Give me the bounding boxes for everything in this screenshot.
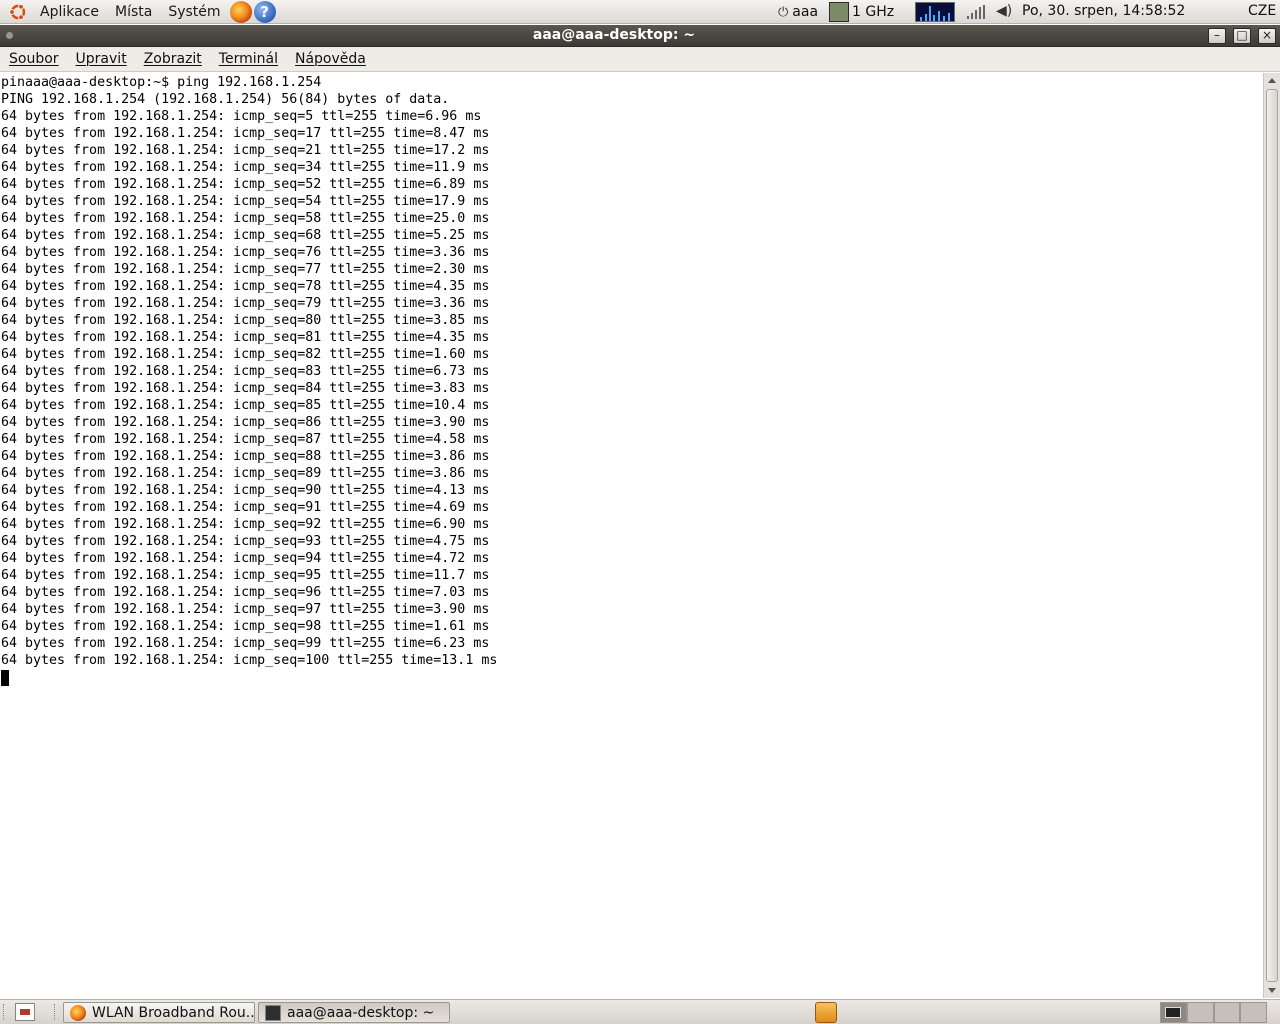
bottom-panel: WLAN Broadband Rou... aaa@aaa-desktop: ~ (0, 999, 1280, 1024)
show-desktop-icon[interactable] (15, 1003, 35, 1021)
terminal-output-line: 64 bytes from 192.168.1.254: icmp_seq=95… (1, 568, 490, 583)
menu-applications[interactable]: Aplikace (32, 4, 107, 20)
workspace-4[interactable] (1240, 1002, 1267, 1023)
cpu-frequency-icon (829, 2, 849, 22)
ubuntu-logo-icon[interactable] (8, 2, 28, 22)
menu-terminal[interactable]: Terminál (210, 51, 286, 67)
network-signal-icon[interactable] (967, 5, 985, 19)
terminal-output-line: 64 bytes from 192.168.1.254: icmp_seq=34… (1, 160, 490, 175)
panel-handle[interactable] (54, 1004, 58, 1020)
taskbar-item-terminal[interactable]: aaa@aaa-desktop: ~ (258, 1002, 450, 1023)
menubar: Soubor Upravit Zobrazit Terminál Nápověd… (0, 47, 1280, 72)
minimize-button[interactable]: – (1208, 28, 1226, 44)
cpu-frequency-monitor[interactable]: 1 GHz (829, 0, 894, 24)
terminal-output-line: 64 bytes from 192.168.1.254: icmp_seq=76… (1, 245, 490, 260)
terminal-output-line: 64 bytes from 192.168.1.254: icmp_seq=52… (1, 177, 490, 192)
terminal-output-line: 64 bytes from 192.168.1.254: icmp_seq=10… (1, 653, 498, 668)
window-title: aaa@aaa-desktop: ~ (532, 27, 696, 43)
workspace-switcher[interactable] (1160, 1002, 1267, 1023)
help-icon[interactable]: ? (253, 0, 276, 23)
terminal-output-line: 64 bytes from 192.168.1.254: icmp_seq=78… (1, 279, 490, 294)
workspace-2[interactable] (1186, 1002, 1214, 1023)
terminal-output-line: 64 bytes from 192.168.1.254: icmp_seq=89… (1, 466, 490, 481)
terminal-output-line: 64 bytes from 192.168.1.254: icmp_seq=90… (1, 483, 490, 498)
terminal-output-line: 64 bytes from 192.168.1.254: icmp_seq=80… (1, 313, 490, 328)
vertical-scrollbar[interactable] (1263, 73, 1280, 998)
menu-places[interactable]: Místa (107, 4, 160, 20)
menu-view[interactable]: Zobrazit (135, 51, 210, 67)
user-switcher[interactable]: ⏻ aaa (778, 0, 818, 24)
taskbar-item-label: aaa@aaa-desktop: ~ (287, 1004, 435, 1021)
terminal-cursor (1, 670, 9, 686)
terminal-output-line: 64 bytes from 192.168.1.254: icmp_seq=98… (1, 619, 490, 634)
menu-edit[interactable]: Upravit (67, 51, 135, 67)
terminal-output-line: 64 bytes from 192.168.1.254: icmp_seq=17… (1, 126, 490, 141)
terminal-output-line: 64 bytes from 192.168.1.254: icmp_seq=79… (1, 296, 490, 311)
terminal-output-line: 64 bytes from 192.168.1.254: icmp_seq=82… (1, 347, 490, 362)
menu-file[interactable]: Soubor (0, 51, 67, 67)
terminal-output-line: 64 bytes from 192.168.1.254: icmp_seq=97… (1, 602, 490, 617)
top-panel: Aplikace Místa Systém ? ⏻ aaa 1 GHz ◀) P… (0, 0, 1280, 24)
workspace-1[interactable] (1160, 1002, 1187, 1023)
firefox-icon (70, 1004, 86, 1021)
cpu-frequency-value: 1 GHz (852, 4, 895, 20)
terminal-output-line: 64 bytes from 192.168.1.254: icmp_seq=77… (1, 262, 490, 277)
volume-icon[interactable]: ◀) (996, 3, 1012, 19)
scrollbar-thumb[interactable] (1266, 89, 1278, 982)
menu-system[interactable]: Systém (160, 4, 228, 20)
keyboard-layout-indicator[interactable]: CZE (1248, 3, 1276, 19)
terminal-output-line: 64 bytes from 192.168.1.254: icmp_seq=84… (1, 381, 490, 396)
terminal-output-line: 64 bytes from 192.168.1.254: icmp_seq=92… (1, 517, 490, 532)
system-monitor-icon[interactable] (915, 2, 955, 22)
taskbar-item-label: WLAN Broadband Rou... (92, 1004, 255, 1021)
user-name: aaa (792, 4, 819, 20)
terminal-output-line: 64 bytes from 192.168.1.254: icmp_seq=94… (1, 551, 490, 566)
workspace-3[interactable] (1213, 1002, 1241, 1023)
firefox-icon[interactable] (229, 0, 252, 23)
terminal-lines: pinaaa@aaa-desktop:~$ ping 192.168.1.254… (1, 74, 497, 686)
menu-help[interactable]: Nápověda (286, 51, 374, 67)
terminal-output-line: 64 bytes from 192.168.1.254: icmp_seq=83… (1, 364, 490, 379)
terminal-output-line: 64 bytes from 192.168.1.254: icmp_seq=81… (1, 330, 490, 345)
terminal-output-line: PING 192.168.1.254 (192.168.1.254) 56(84… (1, 92, 450, 107)
terminal-output-line: 64 bytes from 192.168.1.254: icmp_seq=99… (1, 636, 490, 651)
terminal-output-line: 64 bytes from 192.168.1.254: icmp_seq=87… (1, 432, 490, 447)
terminal-output-line: 64 bytes from 192.168.1.254: icmp_seq=21… (1, 143, 490, 158)
terminal-icon (265, 1004, 281, 1021)
panel-handle[interactable] (3, 1004, 7, 1020)
terminal-prompt-line: pinaaa@aaa-desktop:~$ ping 192.168.1.254 (1, 75, 322, 90)
terminal-output-line: 64 bytes from 192.168.1.254: icmp_seq=96… (1, 585, 490, 600)
terminal-output-line: 64 bytes from 192.168.1.254: icmp_seq=68… (1, 228, 490, 243)
taskbar-item-firefox[interactable]: WLAN Broadband Rou... (63, 1002, 255, 1023)
terminal-output-line: 64 bytes from 192.168.1.254: icmp_seq=5 … (1, 109, 482, 124)
close-button[interactable]: × (1258, 28, 1276, 44)
terminal-output-line: 64 bytes from 192.168.1.254: icmp_seq=85… (1, 398, 490, 413)
terminal-output-line: 64 bytes from 192.168.1.254: icmp_seq=91… (1, 500, 490, 515)
terminal-output-line: 64 bytes from 192.168.1.254: icmp_seq=86… (1, 415, 490, 430)
scroll-down-icon[interactable] (1268, 988, 1276, 993)
maximize-button[interactable]: □ (1233, 28, 1251, 44)
terminal-output[interactable]: pinaaa@aaa-desktop:~$ ping 192.168.1.254… (0, 73, 1263, 998)
scroll-up-icon[interactable] (1268, 78, 1276, 83)
terminal-output-line: 64 bytes from 192.168.1.254: icmp_seq=54… (1, 194, 490, 209)
terminal-output-line: 64 bytes from 192.168.1.254: icmp_seq=93… (1, 534, 490, 549)
terminal-output-line: 64 bytes from 192.168.1.254: icmp_seq=88… (1, 449, 490, 464)
clock[interactable]: Po, 30. srpen, 14:58:52 (1022, 3, 1185, 19)
power-icon: ⏻ (778, 4, 789, 20)
trash-icon[interactable] (815, 1002, 837, 1023)
terminal-output-line: 64 bytes from 192.168.1.254: icmp_seq=58… (1, 211, 490, 226)
window-titlebar[interactable]: aaa@aaa-desktop: ~ – □ × (0, 25, 1280, 47)
